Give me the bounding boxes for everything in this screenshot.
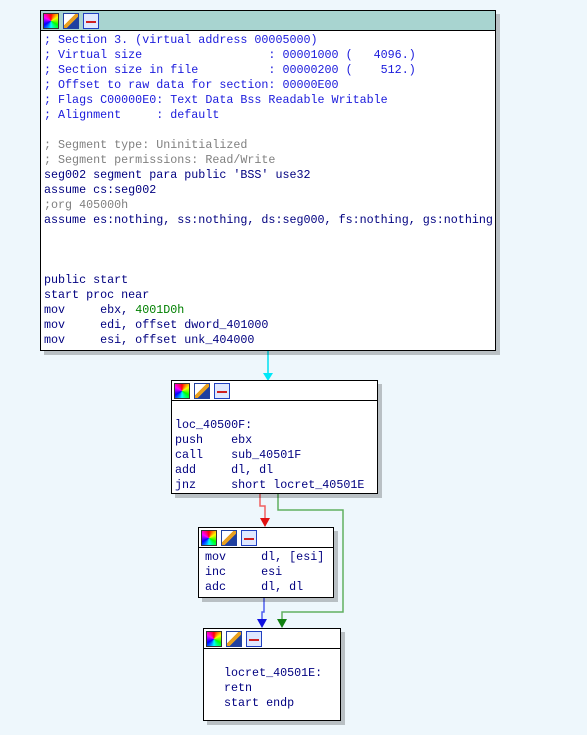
code-token: mov edi, offset dword_401000 — [44, 318, 269, 332]
code-token: push ebx — [175, 433, 253, 447]
code-token: assume cs:seg002 — [44, 183, 157, 197]
code-line: mov edi, offset dword_401000 — [44, 318, 495, 333]
node-header — [41, 11, 495, 31]
code-token: 4001D0h — [135, 303, 185, 317]
code-token: ; Virtual size : 00001000 ( 4096.) — [44, 48, 416, 62]
edit-pencil-icon[interactable] — [221, 529, 237, 546]
code-line: call sub_40501F — [175, 448, 377, 463]
graph-node-locret-40501e[interactable]: locret_40501E: retn start endp — [203, 628, 341, 721]
node-header — [199, 528, 333, 548]
code-line: start endp — [224, 696, 340, 711]
code-token: inc esi — [205, 565, 283, 579]
code-token: start endp — [224, 696, 295, 710]
code-token: call sub_40501F — [175, 448, 302, 462]
graph-node-loc-40500f[interactable]: loc_40500F: push ebx call sub_40501F add dl… — [171, 380, 378, 494]
color-palette-icon[interactable] — [43, 12, 59, 29]
code-line: mov dl, [esi] — [205, 550, 333, 565]
node-header — [172, 381, 377, 401]
node-body: loc_40500F: push ebx call sub_40501F add dl… — [172, 401, 377, 493]
code-line: start proc near — [44, 288, 495, 303]
code-line: seg002 segment para public 'BSS' use32 — [44, 168, 495, 183]
graph-overview-icon[interactable] — [241, 529, 257, 546]
code-token: mov esi, offset unk_404000 — [44, 333, 255, 347]
code-line: inc esi — [205, 565, 333, 580]
graph-overview-icon[interactable] — [214, 382, 230, 399]
code-line: retn — [224, 681, 340, 696]
graph-node-mov-block[interactable]: mov dl, [esi] inc esi adc dl, dl — [198, 527, 334, 598]
code-token: assume es:nothing, ss:nothing, ds:seg000… — [44, 213, 493, 227]
code-line: loc_40500F: — [175, 418, 377, 433]
code-token: ; Alignment : default — [44, 108, 220, 122]
code-token: ; Segment permissions: Read/Write — [44, 153, 276, 167]
code-line: assume cs:seg002 — [44, 183, 495, 198]
node-header — [204, 629, 340, 649]
graph-overview-icon[interactable] — [83, 12, 99, 29]
arrow-head — [277, 619, 287, 628]
code-line: ; Segment type: Uninitialized — [44, 138, 495, 153]
code-line: mov ebx, 4001D0h — [44, 303, 495, 318]
code-token: ; Section size in file : 00000200 ( 512.… — [44, 63, 416, 77]
code-token: mov dl, [esi] — [205, 550, 325, 564]
code-line: assume es:nothing, ss:nothing, ds:seg000… — [44, 213, 495, 228]
code-line: jnz short locret_40501E — [175, 478, 377, 493]
code-token: ; Section 3. (virtual address 00005000) — [44, 33, 318, 47]
edge-normal — [261, 597, 265, 621]
code-line: ; Section size in file : 00000200 ( 512.… — [44, 63, 495, 78]
code-line: ; Segment permissions: Read/Write — [44, 153, 495, 168]
code-line: push ebx — [175, 433, 377, 448]
color-palette-icon[interactable] — [206, 630, 222, 647]
graph-overview-icon[interactable] — [246, 630, 262, 647]
code-token: ; Offset to raw data for section: 00000E… — [44, 78, 339, 92]
code-line: ; Alignment : default — [44, 108, 495, 123]
code-line: adc dl, dl — [205, 580, 333, 595]
code-token: ; Flags C00000E0: Text Data Bss Readable… — [44, 93, 388, 107]
graph-node-start[interactable]: ; Section 3. (virtual address 00005000);… — [40, 10, 496, 351]
edit-pencil-icon[interactable] — [226, 630, 242, 647]
code-line: mov esi, offset unk_404000 — [44, 333, 495, 348]
node-body: locret_40501E: retn start endp — [204, 649, 340, 711]
code-line: ; Section 3. (virtual address 00005000) — [44, 33, 495, 48]
node-body: mov dl, [esi] inc esi adc dl, dl — [199, 548, 333, 595]
code-token: add dl, dl — [175, 463, 274, 477]
edit-pencil-icon[interactable] — [194, 382, 210, 399]
arrow-head — [257, 619, 267, 628]
code-token: seg002 segment para public 'BSS' use32 — [44, 168, 311, 182]
code-token: ; Segment type: Uninitialized — [44, 138, 248, 152]
code-token: locret_40501E: — [224, 666, 323, 680]
code-line: ; Virtual size : 00001000 ( 4096.) — [44, 48, 495, 63]
code-line: public start — [44, 273, 495, 288]
code-line: ;org 405000h — [44, 198, 495, 213]
arrow-head — [260, 518, 270, 527]
code-token: public start — [44, 273, 129, 287]
code-token: start proc near — [44, 288, 150, 302]
code-token: ;org 405000h — [44, 198, 129, 212]
code-token: mov ebx, — [44, 303, 136, 317]
edge-false — [259, 493, 266, 520]
color-palette-icon[interactable] — [201, 529, 217, 546]
code-token: loc_40500F: — [175, 418, 253, 432]
code-token: jnz short locret_40501E — [175, 478, 365, 492]
code-line: ; Flags C00000E0: Text Data Bss Readable… — [44, 93, 495, 108]
code-line: ; Offset to raw data for section: 00000E… — [44, 78, 495, 93]
node-body: ; Section 3. (virtual address 00005000);… — [41, 31, 495, 348]
edit-pencil-icon[interactable] — [63, 12, 79, 29]
color-palette-icon[interactable] — [174, 382, 190, 399]
code-line: add dl, dl — [175, 463, 377, 478]
code-line: locret_40501E: — [224, 666, 340, 681]
code-token: adc dl, dl — [205, 580, 304, 594]
code-token: retn — [224, 681, 253, 695]
